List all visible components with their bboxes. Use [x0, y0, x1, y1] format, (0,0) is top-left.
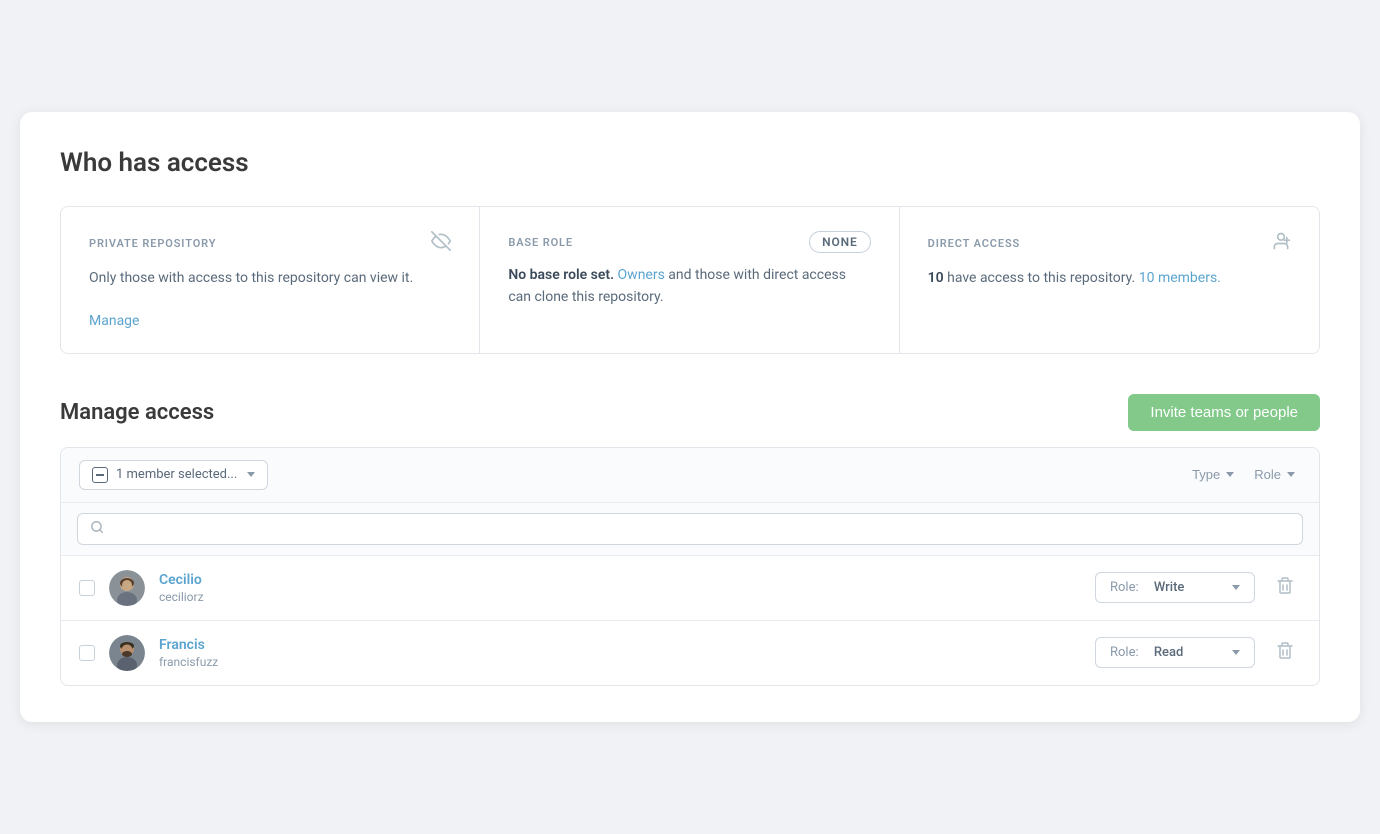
- manage-header: Manage access Invite teams or people: [60, 394, 1320, 431]
- cecilio-username: ceciliorz: [159, 590, 1081, 604]
- cecilio-name: Cecilio: [159, 572, 1081, 588]
- search-row: [61, 503, 1319, 556]
- role-label: Role:: [1110, 645, 1139, 660]
- cecilio-checkbox[interactable]: [79, 580, 95, 596]
- cecilio-info: Cecilio ceciliorz: [159, 572, 1081, 604]
- francis-username: francisfuzz: [159, 655, 1081, 669]
- search-wrapper: [77, 513, 1303, 545]
- base-role-label: BASE ROLE None: [508, 231, 870, 253]
- role-chevron-icon: [1287, 472, 1295, 477]
- members-link[interactable]: 10 members.: [1139, 270, 1221, 286]
- type-chevron-icon: [1226, 472, 1234, 477]
- member-selected-dropdown[interactable]: 1 member selected...: [79, 460, 268, 490]
- owners-link[interactable]: Owners: [614, 267, 665, 283]
- table-row: Cecilio ceciliorz Role: Write: [61, 556, 1319, 621]
- minus-icon: [92, 467, 108, 483]
- role-value: Read: [1154, 645, 1183, 660]
- role-value: Write: [1154, 580, 1185, 595]
- francis-role-dropdown[interactable]: Role: Read: [1095, 637, 1255, 668]
- francis-delete-icon[interactable]: [1269, 638, 1301, 668]
- role-chevron-down-icon: [1232, 650, 1240, 655]
- search-icon: [90, 520, 104, 538]
- francis-name: Francis: [159, 637, 1081, 653]
- search-input[interactable]: [112, 521, 1290, 536]
- chevron-down-icon: [247, 472, 255, 477]
- page-title: Who has access: [60, 148, 1320, 178]
- table-toolbar: 1 member selected... Type Role: [61, 448, 1319, 503]
- direct-access-body: 10 have access to this repository. 10 me…: [928, 268, 1291, 290]
- direct-access-label: DIRECT ACCESS: [928, 231, 1291, 256]
- filter-row: Type Role: [1186, 463, 1301, 486]
- private-repo-label: PRIVATE REPOSITORY: [89, 231, 451, 256]
- francis-checkbox[interactable]: [79, 645, 95, 661]
- base-role-badge: None: [809, 231, 871, 253]
- main-container: Who has access PRIVATE REPOSITORY Only t…: [20, 112, 1360, 722]
- francis-avatar: [109, 635, 145, 671]
- base-role-body: No base role set. Owners and those with …: [508, 265, 870, 308]
- role-filter[interactable]: Role: [1248, 463, 1301, 486]
- eye-off-icon: [431, 231, 451, 256]
- francis-info: Francis francisfuzz: [159, 637, 1081, 669]
- manage-access-title: Manage access: [60, 400, 214, 425]
- access-table: 1 member selected... Type Role: [60, 447, 1320, 686]
- private-repo-body: Only those with access to this repositor…: [89, 268, 451, 290]
- cecilio-avatar: [109, 570, 145, 606]
- cecilio-role-dropdown[interactable]: Role: Write: [1095, 572, 1255, 603]
- type-filter[interactable]: Type: [1186, 463, 1240, 486]
- manage-link[interactable]: Manage: [89, 313, 139, 329]
- cecilio-delete-icon[interactable]: [1269, 573, 1301, 603]
- access-cards: PRIVATE REPOSITORY Only those with acces…: [60, 206, 1320, 354]
- private-repo-card: PRIVATE REPOSITORY Only those with acces…: [61, 207, 480, 353]
- role-chevron-down-icon: [1232, 585, 1240, 590]
- table-row: Francis francisfuzz Role: Read: [61, 621, 1319, 685]
- direct-access-card: DIRECT ACCESS 10 have access to this rep…: [900, 207, 1319, 353]
- base-role-card: BASE ROLE None No base role set. Owners …: [480, 207, 899, 353]
- role-label: Role:: [1110, 580, 1139, 595]
- person-add-icon: [1271, 231, 1291, 256]
- invite-button[interactable]: Invite teams or people: [1128, 394, 1320, 431]
